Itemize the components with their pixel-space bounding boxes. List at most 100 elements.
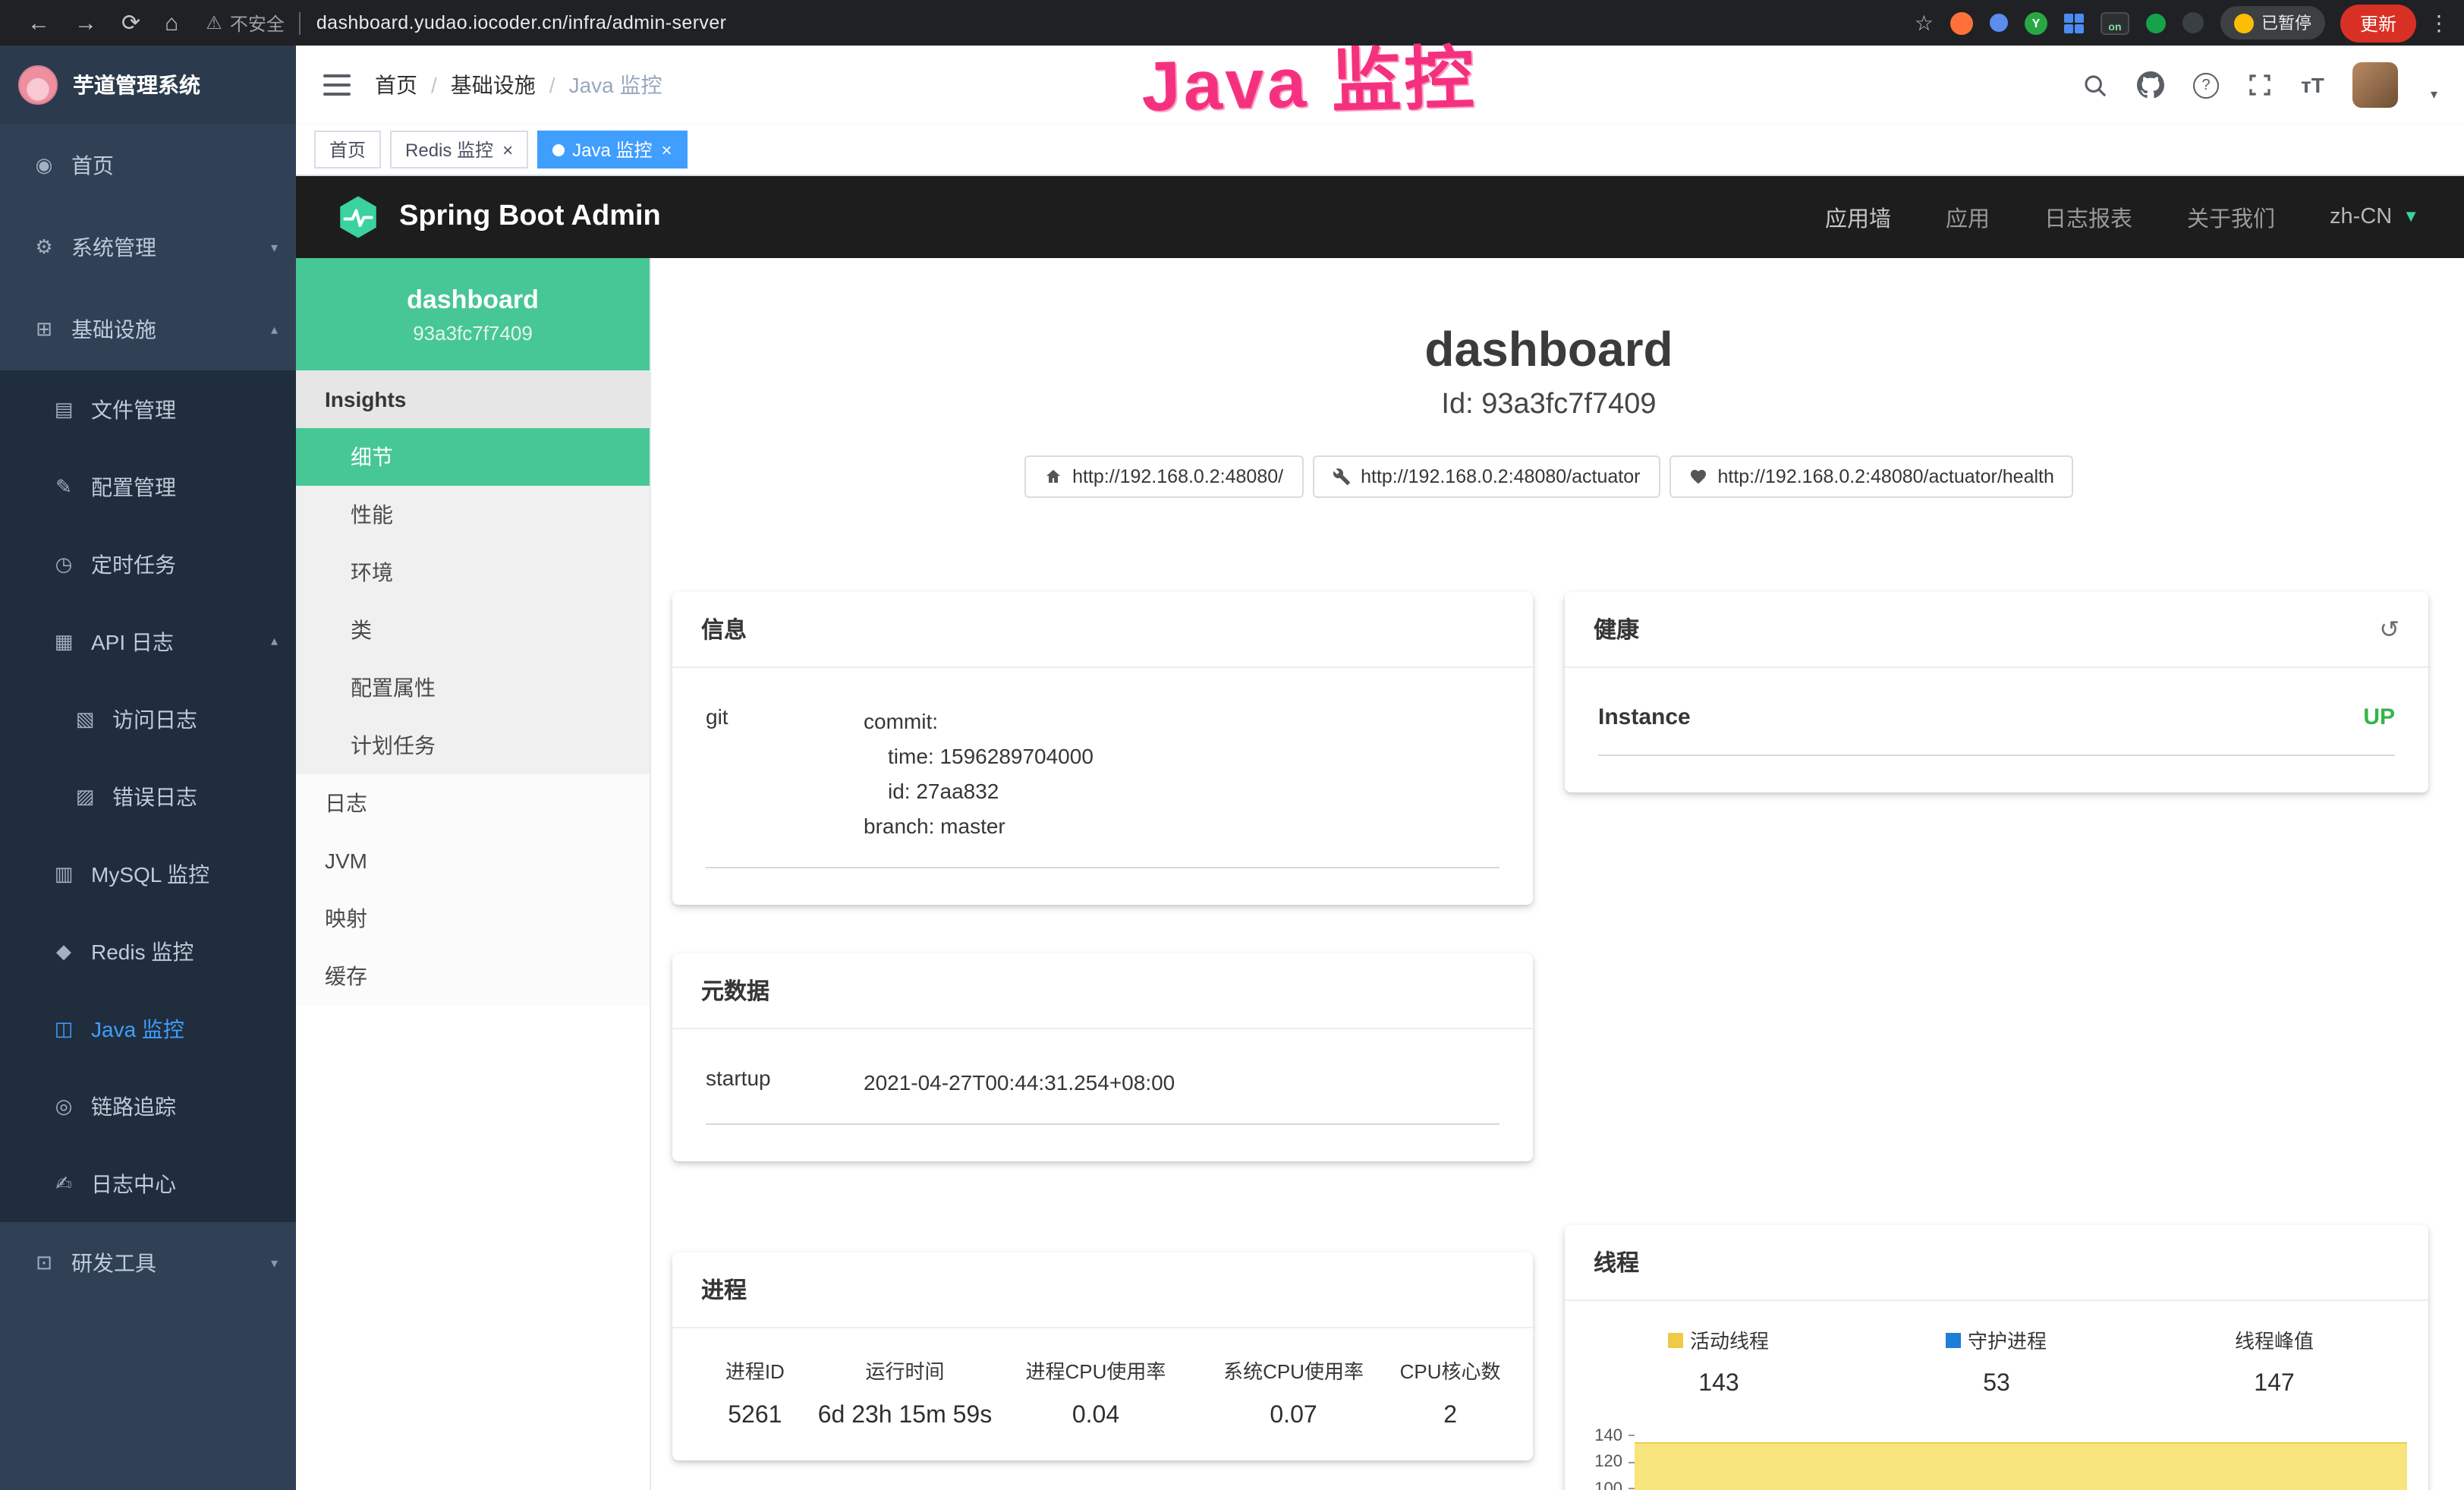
heart-icon [1688,468,1707,486]
sidebar-item-java-monitor[interactable]: ◫ Java 监控 [0,990,296,1067]
home-icon[interactable]: ⌂ [165,10,178,36]
history-icon[interactable]: ↺ [2379,614,2399,644]
trace-icon: ◎ [52,1094,76,1118]
avatar-caret-icon: ▾ [2431,87,2437,108]
tab-home[interactable]: 首页 [314,131,381,169]
sba-item-scheduled-tasks[interactable]: 计划任务 [296,717,650,774]
stat-system-cpu: 系统CPU使用率 0.07 [1198,1356,1389,1431]
active-dot [552,143,565,156]
sba-nav-applications[interactable]: 应用 [1946,201,1990,233]
sba-item-logs[interactable]: 日志 [296,774,650,832]
git-key: git [706,704,864,845]
sba-brand[interactable]: Spring Boot Admin [335,194,661,240]
home-icon [1043,468,1062,486]
sba-sidebar: dashboard 93a3fc7f7409 Insights 细节 性能 环境… [296,258,651,1490]
brand-title: 芋道管理系统 [73,70,200,100]
sba-item-environment[interactable]: 环境 [296,543,650,601]
sidebar-item-infrastructure[interactable]: ⊞ 基础设施 ▴ [0,288,296,370]
extension-paused-pill[interactable]: 已暂停 [2220,6,2325,39]
smiley-icon [2234,13,2254,33]
stat-process-cpu: 进程CPU使用率 0.04 [993,1356,1198,1431]
back-icon[interactable]: ← [27,10,50,36]
admin-sidebar: 芋道管理系统 ◉ 首页 ⚙ 系统管理 ▾ ⊞ 基础设施 ▴ ▤ 文件管理 ✎ 配… [0,46,296,1490]
service-url-button[interactable]: http://192.168.0.2:48080/ [1024,455,1303,498]
close-icon[interactable]: × [661,139,672,160]
sba-nav-about[interactable]: 关于我们 [2187,201,2275,233]
github-icon[interactable] [2137,71,2164,99]
font-size-icon[interactable]: тT [2301,73,2324,97]
brand[interactable]: 芋道管理系统 [0,46,296,124]
extension-drop-icon[interactable] [1990,14,2008,32]
extension-puppeteer-icon[interactable] [2182,12,2204,33]
tabs-bar: 首页 Redis 监控 × Java 监控 × [296,124,2464,176]
chrome-menu-icon[interactable]: ⋮ [2428,10,2450,36]
instance-health-row[interactable]: Instance UP [1598,704,2395,756]
forward-icon[interactable]: → [74,10,97,36]
tab-java-monitor[interactable]: Java 监控 × [537,131,687,169]
sba-item-metrics[interactable]: 性能 [296,486,650,543]
sidebar-item-system-management[interactable]: ⚙ 系统管理 ▾ [0,206,296,288]
sidebar-item-error-logs[interactable]: ▨ 错误日志 [0,758,296,835]
sidebar-item-log-center[interactable]: ✍ 日志中心 [0,1145,296,1222]
status-badge: UP [2363,704,2395,730]
fullscreen-icon[interactable] [2248,73,2272,97]
annotation-java-monitor: Java 监控 [1140,23,1478,132]
actuator-url-button[interactable]: http://192.168.0.2:48080/actuator [1312,455,1660,498]
breadcrumb-infrastructure[interactable]: 基础设施 [451,70,536,100]
sba-item-classes[interactable]: 类 [296,601,650,659]
search-icon[interactable] [2082,72,2108,98]
sidebar-item-home[interactable]: ◉ 首页 [0,124,296,206]
gear-icon: ⚙ [32,235,56,260]
address-bar[interactable]: dashboard.yudao.iocoder.cn/infra/admin-s… [316,12,727,33]
help-icon[interactable]: ? [2193,72,2219,98]
sba-item-config-props[interactable]: 配置属性 [296,659,650,717]
sba-item-details[interactable]: 细节 [296,428,650,486]
sba-app-header[interactable]: dashboard 93a3fc7f7409 [296,258,650,370]
refresh-icon[interactable]: ⟳ [121,9,140,36]
chevron-up-icon: ▴ [271,321,278,338]
paused-label: 已暂停 [2261,11,2311,35]
chevron-down-icon: ▼ [2403,208,2419,226]
security-label: 不安全 [230,10,285,36]
sidebar-item-file-management[interactable]: ▤ 文件管理 [0,370,296,448]
bookmark-star-icon[interactable]: ☆ [1915,10,1934,36]
locale-selector[interactable]: zh-CN ▼ [2330,205,2419,229]
document-icon: ▧ [73,707,97,731]
health-url-button[interactable]: http://192.168.0.2:48080/actuator/health [1669,455,2073,498]
edit-icon: ✎ [52,474,76,499]
extension-grid-icon[interactable] [2064,13,2084,33]
collapse-sidebar-icon[interactable] [323,74,351,96]
sba-item-mappings[interactable]: 映射 [296,890,650,947]
extension-sprout-icon[interactable] [2146,13,2166,33]
sidebar-item-api-logs[interactable]: ▦ API 日志 ▴ [0,603,296,680]
sidebar-item-access-logs[interactable]: ▧ 访问日志 [0,680,296,758]
security-indicator[interactable]: ⚠ 不安全 [206,10,285,36]
tab-redis-monitor[interactable]: Redis 监控 × [390,131,528,169]
sidebar-item-config-management[interactable]: ✎ 配置管理 [0,448,296,525]
sba-nav-wallboard[interactable]: 应用墙 [1825,201,1891,233]
legend-live-threads: 活动线程 143 [1580,1325,1858,1398]
chevron-down-icon: ▾ [271,1255,278,1271]
git-value: commit: time: 1596289704000 id: 27aa832 … [864,704,1499,845]
health-card-title: 健康 [1594,613,1639,645]
sidebar-item-trace[interactable]: ◎ 链路追踪 [0,1067,296,1145]
startup-row: startup 2021-04-27T00:44:31.254+08:00 [706,1066,1499,1126]
log-icon: ▦ [52,629,76,654]
close-icon[interactable]: × [502,139,513,160]
extension-y-icon[interactable]: Y [2025,11,2047,34]
sidebar-item-mysql-monitor[interactable]: ▥ MySQL 监控 [0,835,296,912]
chrome-update-button[interactable]: 更新 [2340,4,2416,42]
threads-card-title: 线程 [1565,1225,2428,1301]
sba-item-jvm[interactable]: JVM [296,832,650,890]
sidebar-item-redis-monitor[interactable]: ◆ Redis 监控 [0,912,296,990]
user-avatar[interactable] [2353,62,2399,108]
sidebar-item-dev-tools[interactable]: ⊡ 研发工具 ▾ [0,1222,296,1304]
sba-nav-journal[interactable]: 日志报表 [2044,201,2132,233]
extension-fox-icon[interactable] [1950,11,1973,34]
extension-on-badge-icon[interactable]: on [2101,11,2129,34]
breadcrumb-home[interactable]: 首页 [375,70,417,100]
sidebar-item-scheduled-tasks[interactable]: ◷ 定时任务 [0,525,296,603]
sba-app-name: dashboard [407,285,539,315]
legend-peak-threads: 线程峰值 147 [2135,1325,2413,1398]
sba-item-caches[interactable]: 缓存 [296,947,650,1005]
